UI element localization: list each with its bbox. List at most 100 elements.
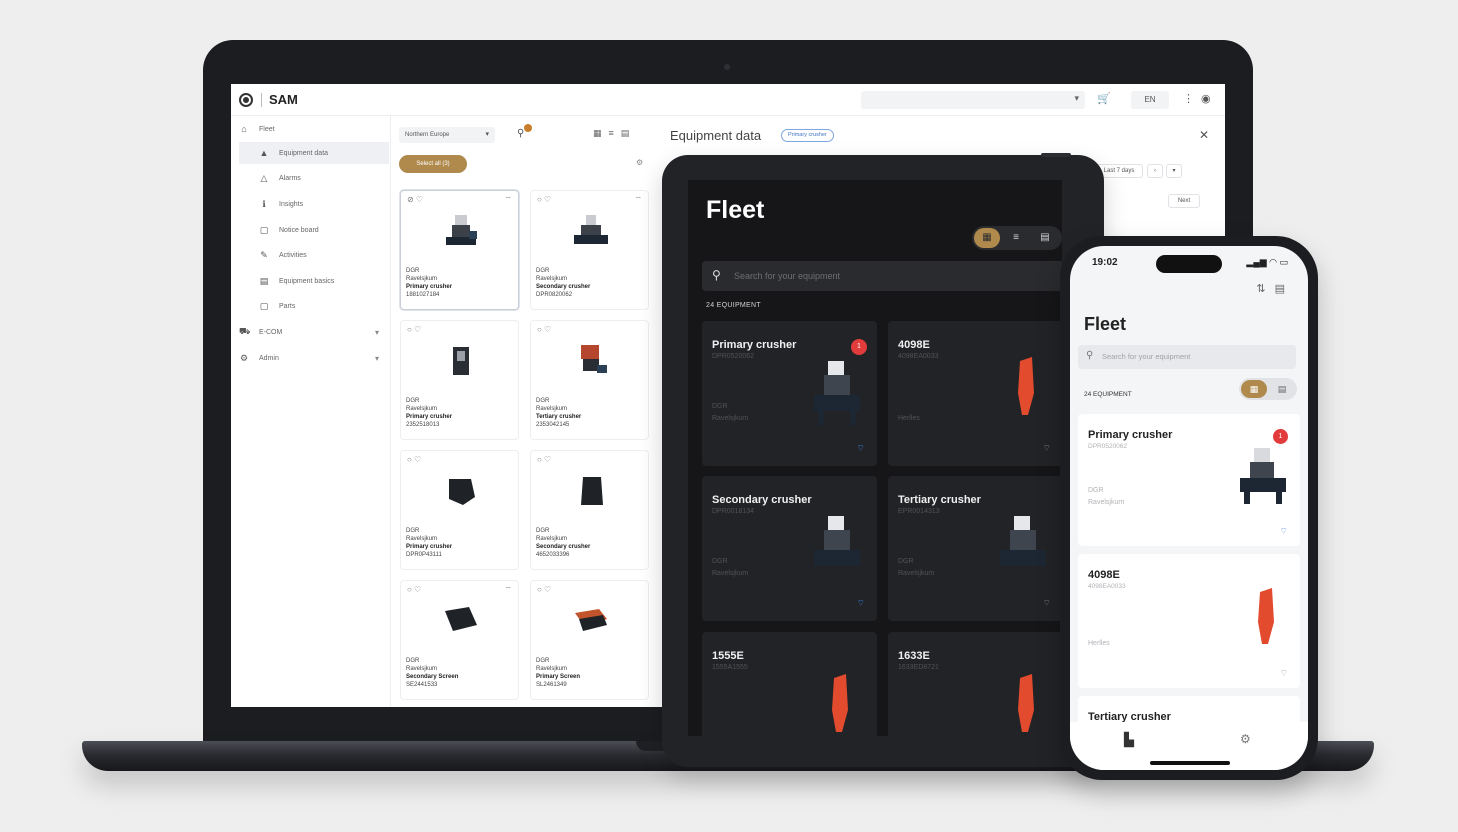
crusher-image	[1240, 448, 1286, 504]
checkbox-favorite-icons[interactable]: ○ ♡	[407, 455, 421, 464]
checkbox-favorite-icons[interactable]: ⊘ ♡	[407, 195, 423, 204]
checkbox-favorite-icons[interactable]: ○ ♡	[407, 325, 421, 334]
global-search-input[interactable]: ▾	[861, 91, 1085, 109]
sidebar-item-parts[interactable]: ▢ Parts	[239, 295, 389, 317]
notice-icon: ▢	[259, 224, 269, 235]
checkbox-favorite-icons[interactable]: ○ ♡	[537, 585, 551, 594]
chevron-left-icon[interactable]: ‹	[1147, 164, 1163, 178]
card-type: Primary Screen	[536, 674, 581, 680]
card-location: Ravelsjkum	[1088, 499, 1125, 506]
screen-image	[445, 607, 477, 631]
crusher-image	[581, 477, 603, 505]
close-icon[interactable]: ✕	[1199, 128, 1209, 142]
sidebar-item-ecom[interactable]: ⛟ E-COM ▾	[239, 321, 389, 343]
detail-title: Equipment data	[670, 128, 762, 143]
list-view-icon[interactable]: ≡	[1003, 228, 1029, 248]
equipment-card[interactable]: Primary crusher DPR0520062 1 DGR Ravelsj…	[702, 321, 877, 466]
card-serial: DPR0P43111	[406, 552, 442, 558]
equipment-card[interactable]: ○ ♡ DGR Ravelsjkum Tertiary crusher 2353042…	[530, 320, 649, 440]
fleet-tab-icon[interactable]: ▙	[1124, 732, 1134, 748]
search-input[interactable]: ⚲ Search for your equipment	[702, 261, 1062, 291]
equipment-card[interactable]: 4098E 4098EA0033 Herlles ⌔	[1078, 554, 1300, 688]
wifi-icon: ⌔	[1279, 668, 1288, 678]
tablet-button	[1041, 153, 1071, 157]
sort-filter-icons[interactable]: ⇅▤	[1256, 282, 1294, 295]
tablet-screen: Fleet ▦ ≡ ▤ ⚲ Search for your equipment 2…	[688, 180, 1062, 736]
equipment-card[interactable]: ○ ♡ ⌔ DGR Ravelsjkum Secondary crusher DPR08…	[530, 190, 649, 310]
sidebar-item-activities[interactable]: ✎ Activities	[239, 244, 389, 266]
hammer-image	[1018, 674, 1034, 732]
list-view-icon[interactable]: ▤	[1269, 380, 1295, 398]
checkbox-favorite-icons[interactable]: ○ ♡	[537, 195, 551, 204]
alarm-icon: △	[260, 172, 268, 183]
equipment-card[interactable]: 1633E 1633ED8721	[888, 632, 1062, 736]
equipment-count: 24 EQUIPMENT	[1084, 391, 1132, 398]
card-serial: 1881027184	[406, 292, 440, 298]
map-view-icon[interactable]: ▤	[1032, 228, 1058, 248]
sidebar-item-label: Equipment data	[279, 149, 329, 157]
grid-view-icon[interactable]: ▦	[974, 228, 1000, 248]
cart-icon[interactable]: 🛒	[1097, 92, 1111, 105]
card-name: 1555E	[712, 650, 744, 662]
search-input[interactable]: ⚲ Search for your equipment	[1078, 345, 1296, 369]
sidebar-item-equipment-basics[interactable]: ▤ Equipment basics	[239, 270, 389, 292]
settings-tab-icon[interactable]: ⚙	[1240, 732, 1251, 746]
user-icon[interactable]: ◉	[1201, 92, 1211, 105]
grid-view-icon[interactable]: ▦	[1241, 380, 1267, 398]
sidebar-item-notice-board[interactable]: ▢ Notice board	[239, 219, 389, 241]
cart-icon: ⛟	[239, 326, 251, 336]
logo-icon[interactable]	[239, 93, 253, 107]
search-placeholder: Search for your equipment	[734, 271, 841, 281]
select-all-button[interactable]: Select all (3)	[399, 155, 467, 173]
card-make: DGR	[712, 558, 728, 565]
equipment-card[interactable]: ○ ♡ DGR Ravelsjkum Primary crusher DPR0P431…	[400, 450, 519, 570]
chevron-down-icon[interactable]: ▾	[1166, 164, 1182, 178]
view-toggle[interactable]: ▦ ▤	[1239, 378, 1297, 400]
crusher-image	[814, 361, 860, 425]
equipment-card[interactable]: Secondary crusher DPR0018134 DGR Ravelsj…	[702, 476, 877, 621]
more-icon[interactable]: ⋮	[1183, 92, 1194, 105]
view-toggle[interactable]: ▦ ≡ ▤	[972, 226, 1062, 250]
equipment-card[interactable]: 1555E 1555A1555	[702, 632, 877, 736]
settings-icon[interactable]: ⚙	[636, 158, 643, 167]
equipment-card[interactable]: ○ ♡ ⌔ DGR Ravelsjkum Secondary Screen SE2441…	[400, 580, 519, 700]
card-type: Primary crusher	[406, 414, 453, 420]
equipment-card[interactable]: 4098E 4098EA0033 Herlles ⌔	[888, 321, 1062, 466]
card-location: Ravelsjkum	[898, 570, 935, 577]
checkbox-favorite-icons[interactable]: ○ ♡	[537, 455, 551, 464]
sidebar-item-fleet[interactable]: ⌂ Fleet	[239, 118, 389, 140]
crusher-image	[453, 347, 469, 375]
card-make: DGR	[1088, 487, 1104, 494]
equipment-card[interactable]: Primary crusher DPR0520062 1 DGR Ravelsj…	[1078, 414, 1300, 546]
sidebar-item-insights[interactable]: ℹ Insights	[239, 193, 389, 215]
equipment-count: 24 EQUIPMENT	[706, 302, 761, 309]
card-serial: 1555A1555	[712, 664, 748, 671]
equipment-card[interactable]: ○ ♡ DGR Ravelsjkum Primary Screen SL2461349	[530, 580, 649, 700]
card-name: 4098E	[1088, 569, 1120, 581]
card-serial: SL2461349	[536, 682, 567, 688]
card-location: Ravelsjkum	[536, 406, 568, 412]
equipment-card[interactable]: ⊘ ♡ ⌔ DGR Ravelsjkum Primary crusher 1881027…	[400, 190, 519, 310]
language-select[interactable]: EN	[1131, 91, 1169, 109]
filter-icon[interactable]: ⚲	[517, 128, 524, 139]
equipment-card[interactable]: Tertiary crusher EPR0014313 DGR Ravelsjk…	[888, 476, 1062, 621]
equipment-card[interactable]: ○ ♡ DGR Ravelsjkum Secondary crusher 465203…	[530, 450, 649, 570]
crusher-image	[581, 345, 607, 373]
view-toggle-icons[interactable]: ▦≡▤	[593, 128, 636, 139]
checkbox-favorite-icons[interactable]: ○ ♡	[407, 585, 421, 594]
card-make: DGR	[536, 398, 550, 404]
sidebar-item-alarms[interactable]: △ Alarms	[239, 167, 389, 189]
sidebar-item-equipment-data[interactable]: ▲ Equipment data	[239, 142, 389, 164]
checkbox-favorite-icons[interactable]: ○ ♡	[537, 325, 551, 334]
sidebar-item-label: Fleet	[259, 125, 275, 133]
sidebar-item-label: Equipment basics	[279, 277, 335, 285]
card-make: DGR	[536, 658, 550, 664]
equipment-card[interactable]: ○ ♡ DGR Ravelsjkum Primary crusher 23525180…	[400, 320, 519, 440]
region-select[interactable]: Northern Europe ▾	[399, 127, 495, 143]
hammer-image	[832, 674, 848, 732]
wifi-icon: ⌔	[504, 195, 512, 204]
sidebar-item-admin[interactable]: ⚙ Admin ▾	[239, 347, 389, 369]
next-button[interactable]: Next	[1168, 194, 1200, 208]
hammer-image	[1258, 588, 1274, 644]
brand-name[interactable]: SAM	[269, 92, 298, 107]
